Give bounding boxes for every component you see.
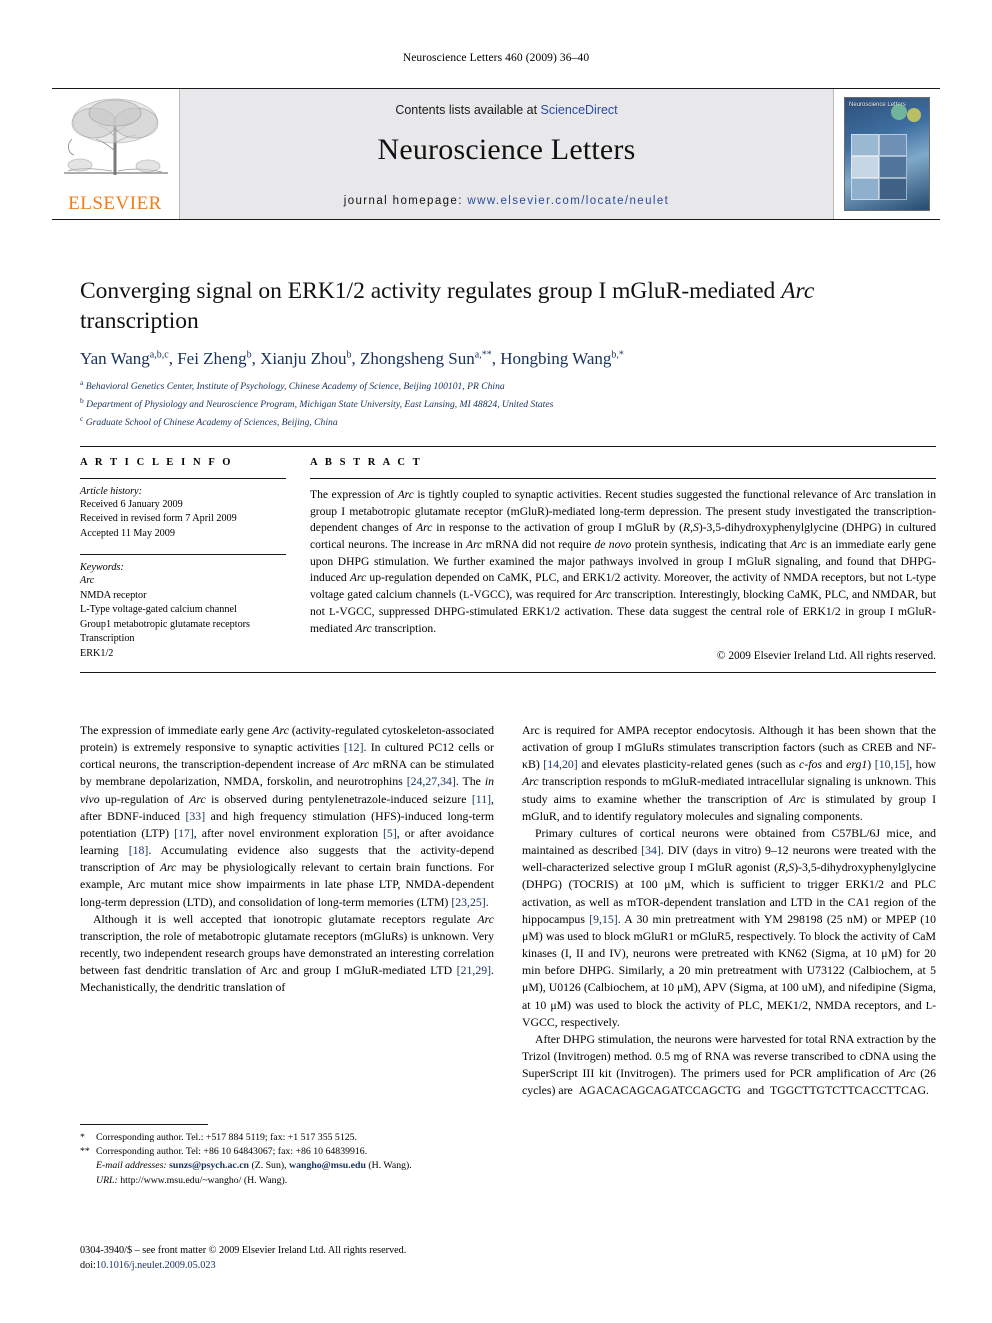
journal-masthead: ELSEVIER Contents lists available at Sci… [52,88,940,220]
abstract-column: A B S T R A C T The expression of Arc is… [310,457,936,662]
affiliation-b: b Department of Physiology and Neuroscie… [80,396,554,411]
affiliation-c: c Graduate School of Chinese Academy of … [80,414,338,429]
elsevier-tree-icon [64,98,168,175]
keyword-item: Arc [80,574,286,588]
masthead-center: Contents lists available at ScienceDirec… [180,89,834,219]
contents-prefix: Contents lists available at [395,103,541,117]
publisher-name: ELSEVIER [68,193,162,214]
history-received: Received 6 January 2009 [80,499,183,510]
journal-cover-thumbnail: Neuroscience Letters [834,89,940,219]
keyword-item: Group1 metabotropic glutamate receptors [80,618,251,630]
cover-panel-1 [851,134,879,156]
paragraph: The expression of immediate early gene A… [80,723,495,909]
running-head: Neuroscience Letters 460 (2009) 36–40 [402,52,590,64]
cover-image: Neuroscience Letters [844,97,930,211]
footnote-marker: * [80,1132,85,1143]
keyword-item: L-Type voltage-gated calcium channel [80,604,237,616]
publisher-logo: ELSEVIER [52,89,180,219]
journal-homepage-line: journal homepage: www.elsevier.com/locat… [180,195,833,207]
page-title: Converging signal on ERK1/2 activity reg… [80,278,815,335]
body-column-left: The expression of immediate early gene A… [80,722,494,1099]
email-label: E-mail addresses: [96,1160,167,1172]
cover-panel-5 [851,178,879,200]
footnote-corresponding-2: ** Corresponding author. Tel: +86 10 648… [80,1145,494,1159]
doi-line: doi:10.1016/j.neulet.2009.05.023 [80,1258,550,1273]
keyword-item: NMDA receptor [80,589,147,601]
abstract-copyright: © 2009 Elsevier Ireland Ltd. All rights … [716,650,936,663]
issn-doi-block: 0304-3940/$ – see front matter © 2009 El… [80,1243,550,1274]
body-column-right: Arc is required for AMPA receptor endocy… [522,722,936,1099]
history-accepted: Accepted 11 May 2009 [80,527,175,539]
email-owner-wang: (H. Wang). [368,1160,412,1172]
footnote-marker: ** [80,1146,90,1158]
paragraph: Although it is well accepted that ionotr… [80,911,494,995]
footnote-corresponding-1: * Corresponding author. Tel.: +517 884 5… [80,1131,494,1145]
cover-panel-4 [879,156,907,178]
cover-panel-3 [851,156,879,178]
article-info-divider [80,478,286,479]
abstract-divider [310,478,936,479]
keyword-item: ERK1/2 [80,647,114,659]
cover-decoration-2 [907,108,921,122]
paragraph: After DHPG stimulation, the neurons were… [522,1031,936,1098]
keywords-divider [80,554,286,556]
affiliation-list: a Behavioral Genetics Center, Institute … [80,377,936,431]
article-history-label: Article history: [80,486,142,497]
cover-decoration-1 [891,104,907,120]
url-label: URL: [96,1174,118,1186]
email-link-wang[interactable]: wangho@msu.edu [289,1160,366,1171]
paragraph: Arc is required for AMPA receptor endocy… [522,723,936,823]
sciencedirect-link[interactable]: ScienceDirect [541,103,618,117]
issn-line: 0304-3940/$ – see front matter © 2009 El… [80,1245,407,1256]
doi-link[interactable]: 10.1016/j.neulet.2009.05.023 [96,1260,216,1271]
abstract-heading: A B S T R A C T [310,457,423,468]
keyword-item: Transcription [80,633,135,645]
history-revised: Received in revised form 7 April 2009 [80,513,237,525]
contents-available-line: Contents lists available at ScienceDirec… [180,103,833,117]
journal-title: Neuroscience Letters [377,133,636,166]
footnote-url: URL: http://www.msu.edu/~wangho/ (H. Wan… [80,1174,494,1188]
email-link-sun[interactable]: sunzs@psych.ac.cn [169,1160,249,1171]
article-info-heading: A R T I C L E I N F O [80,457,234,468]
homepage-label: journal homepage: [343,195,463,207]
email-owner-sun: (Z. Sun), [251,1160,287,1172]
article-info-column: A R T I C L E I N F O Article history: R… [80,457,310,662]
author-list: Yan Wanga,b,c, Fei Zhengb, Xianju Zhoub,… [80,349,624,368]
affiliation-a: a Behavioral Genetics Center, Institute … [80,378,505,393]
doi-prefix: doi: [80,1260,96,1272]
paper-page: Neuroscience Letters 460 (2009) 36–40 EL… [0,0,992,1323]
footnote-divider [80,1124,208,1125]
footnote-block: * Corresponding author. Tel.: +517 884 5… [80,1124,494,1188]
footnote-emails: E-mail addresses: sunzs@psych.ac.cn (Z. … [80,1159,494,1173]
info-abstract-band: A R T I C L E I N F O Article history: R… [80,446,936,674]
homepage-link[interactable]: www.elsevier.com/locate/neulet [467,195,669,207]
cover-panel-2 [879,134,907,156]
footnote-text: Corresponding author. Tel.: +517 884 511… [96,1132,357,1143]
keyword-arc: Arc [80,575,95,587]
url-value[interactable]: http://www.msu.edu/~wangho/ (H. Wang). [120,1175,287,1186]
cover-panel-6 [879,178,907,200]
footnote-text: Corresponding author. Tel: +86 10 648430… [96,1146,368,1158]
keywords-label: Keywords: [80,562,124,574]
abstract-text: The expression of Arc is tightly coupled… [310,488,936,636]
body-text: The expression of immediate early gene A… [80,722,936,1099]
paragraph: Primary cultures of cortical neurons wer… [522,825,936,1029]
